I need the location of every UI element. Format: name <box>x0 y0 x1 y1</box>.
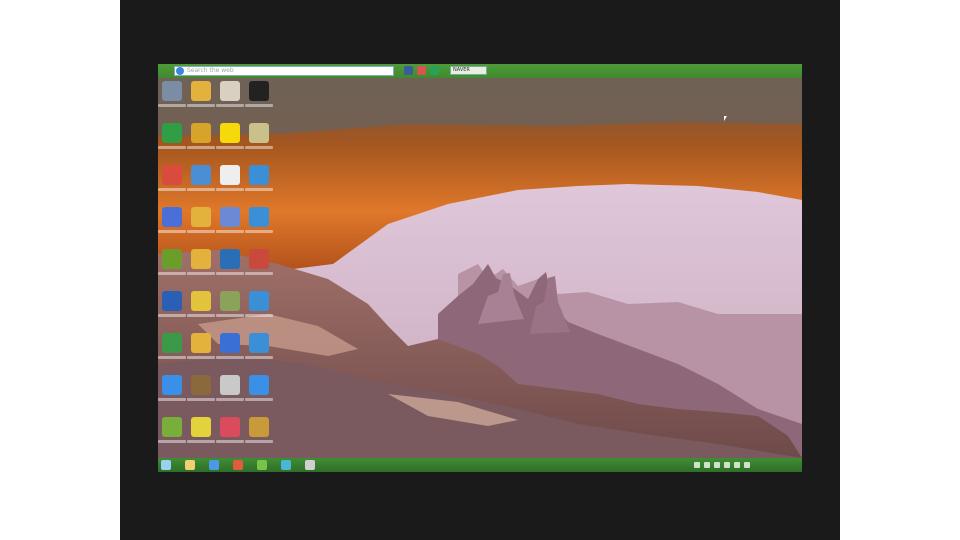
app-icon[interactable] <box>249 81 269 101</box>
desktop-icon-label <box>187 272 215 275</box>
app-icon[interactable] <box>162 291 182 311</box>
tray-icon[interactable] <box>694 462 700 468</box>
utorrent-icon[interactable] <box>162 123 182 143</box>
app-icon[interactable] <box>191 207 211 227</box>
ie-icon[interactable] <box>209 460 219 470</box>
app-icon[interactable] <box>220 81 240 101</box>
app-icon[interactable] <box>430 66 439 75</box>
app-icon[interactable] <box>249 123 269 143</box>
app-icon[interactable] <box>249 417 269 437</box>
desktop-icon-label <box>158 356 186 359</box>
mouse-cursor-icon <box>724 116 727 121</box>
desktop-icon-label <box>245 104 273 107</box>
app-icon[interactable] <box>191 291 211 311</box>
start-icon[interactable] <box>161 460 171 470</box>
network-icon[interactable] <box>724 462 730 468</box>
toolbar-search-box[interactable]: Search the web <box>174 66 394 76</box>
app-icon[interactable] <box>162 375 182 395</box>
desktop-icon-label <box>216 314 244 317</box>
tray-icon[interactable] <box>714 462 720 468</box>
app-icon[interactable] <box>281 460 291 470</box>
desktop-icon-label <box>216 104 244 107</box>
desktop-screen: Search the web NAVER <box>158 64 802 472</box>
search-placeholder: Search the web <box>187 67 234 74</box>
desktop-icon-label <box>187 440 215 443</box>
app-icon[interactable] <box>191 165 211 185</box>
app-icon[interactable] <box>191 333 211 353</box>
app-icon[interactable] <box>220 375 240 395</box>
desktop-icon-label <box>245 398 273 401</box>
search-engine-icon <box>176 67 184 75</box>
app-icon[interactable] <box>191 249 211 269</box>
desktop-icon-label <box>158 104 186 107</box>
globe-icon[interactable] <box>249 165 269 185</box>
desktop-icon-label <box>158 272 186 275</box>
app-icon[interactable] <box>162 417 182 437</box>
chrome-icon[interactable] <box>233 460 243 470</box>
desktop-icon-label <box>216 398 244 401</box>
recycle-bin-icon[interactable] <box>162 81 182 101</box>
app-icon[interactable] <box>191 375 211 395</box>
desktop-icon-label <box>245 440 273 443</box>
desktop-icon-label <box>158 398 186 401</box>
youtube-icon[interactable] <box>417 66 426 75</box>
desktop-icon-label <box>158 188 186 191</box>
app-icon[interactable] <box>191 123 211 143</box>
document-icon[interactable] <box>220 165 240 185</box>
globe-icon[interactable] <box>249 333 269 353</box>
app-icon[interactable] <box>257 460 267 470</box>
facebook-icon[interactable] <box>404 66 413 75</box>
desktop-icon-label <box>245 230 273 233</box>
desktop-icon-label <box>245 272 273 275</box>
app-icon[interactable] <box>162 207 182 227</box>
app-icon[interactable] <box>249 249 269 269</box>
app-icon[interactable] <box>191 417 211 437</box>
desktop-icon-label <box>245 188 273 191</box>
volume-icon[interactable] <box>734 462 740 468</box>
desktop-icon-label <box>216 146 244 149</box>
desktop-icon-label <box>158 314 186 317</box>
desktop-icon-label <box>187 188 215 191</box>
desktop-icon-label <box>216 440 244 443</box>
desktop-icon-label <box>187 356 215 359</box>
desktop-icon-label <box>216 272 244 275</box>
app-icon[interactable] <box>305 460 315 470</box>
toolbar-button[interactable]: NAVER <box>450 66 487 75</box>
nvidia-icon[interactable] <box>162 249 182 269</box>
desktop-icon-label <box>187 314 215 317</box>
desktop-icon-label <box>216 188 244 191</box>
browser-toolbar: Search the web NAVER <box>158 64 802 78</box>
desktop-icon-label <box>245 146 273 149</box>
taskbar <box>158 458 802 472</box>
desktop-icon-label <box>216 356 244 359</box>
globe-icon[interactable] <box>249 291 269 311</box>
app-icon[interactable] <box>220 291 240 311</box>
tray-icon[interactable] <box>704 462 710 468</box>
desktop-icon-label <box>187 146 215 149</box>
desktop-icon-label <box>245 314 273 317</box>
folder-icon[interactable] <box>185 460 195 470</box>
desktop-icon-label <box>187 398 215 401</box>
kakaotalk-icon[interactable] <box>220 123 240 143</box>
app-icon[interactable] <box>220 417 240 437</box>
app-icon[interactable] <box>220 333 240 353</box>
desktop-icon-label <box>245 356 273 359</box>
chrome-icon[interactable] <box>162 165 182 185</box>
app-icon[interactable] <box>220 207 240 227</box>
desktop-icon-label <box>187 230 215 233</box>
app-icon[interactable] <box>220 249 240 269</box>
globe-icon[interactable] <box>249 207 269 227</box>
app-icon[interactable] <box>162 333 182 353</box>
language-icon[interactable] <box>744 462 750 468</box>
desktop-icon-label <box>216 230 244 233</box>
app-icon[interactable] <box>249 375 269 395</box>
folder-icon[interactable] <box>191 81 211 101</box>
desktop-icon-label <box>158 230 186 233</box>
desktop-icon-label <box>187 104 215 107</box>
desktop-icon-label <box>158 440 186 443</box>
desktop-icon-label <box>158 146 186 149</box>
